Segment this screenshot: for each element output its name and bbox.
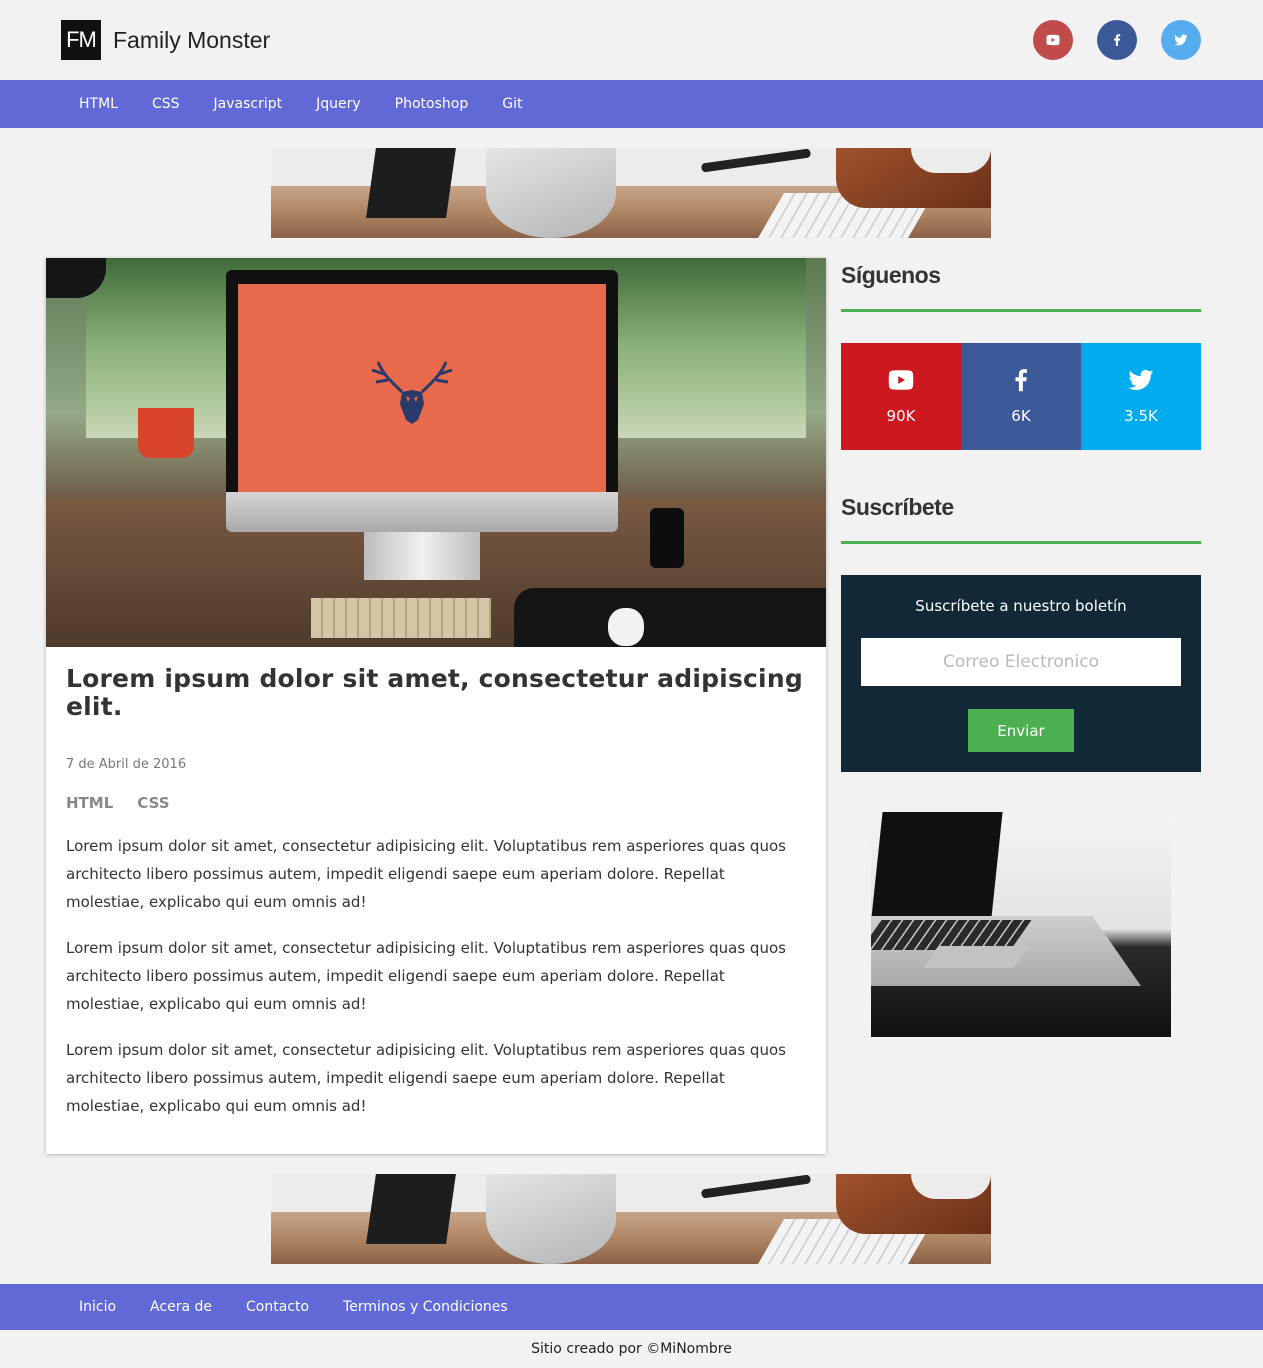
follow-youtube-button[interactable]: 90K [841, 343, 961, 450]
article-paragraph: Lorem ipsum dolor sit amet, consectetur … [66, 837, 786, 911]
site-logo[interactable]: FM Family Monster [61, 20, 270, 60]
article-paragraph: Lorem ipsum dolor sit amet, consectetur … [66, 939, 786, 1013]
twitter-icon [1174, 34, 1188, 46]
footer-nav: Inicio Acera de Contacto Terminos y Cond… [0, 1284, 1263, 1330]
nav-item-css[interactable]: CSS [135, 96, 197, 112]
nav-item-jquery[interactable]: Jquery [299, 96, 378, 112]
article-date: 7 de Abril de 2016 [66, 757, 187, 772]
follow-heading: Síguenos [841, 262, 941, 288]
youtube-icon [888, 370, 914, 390]
footer-link-terminos[interactable]: Terminos y Condiciones [326, 1299, 525, 1315]
top-banner-image[interactable] [271, 148, 991, 238]
follow-widget: 90K 6K 3.5K [841, 343, 1201, 450]
site-name: Family Monster [113, 26, 271, 53]
follow-divider [841, 309, 1201, 312]
article-title[interactable]: Lorem ipsum dolor sit amet, consectetur … [66, 665, 806, 721]
follow-facebook-button[interactable]: 6K [961, 343, 1081, 450]
twitter-icon [1128, 369, 1154, 390]
footer-link-contacto[interactable]: Contacto [229, 1299, 326, 1315]
nav-item-photoshop[interactable]: Photoshop [378, 96, 486, 112]
header-twitter-button[interactable] [1161, 20, 1201, 60]
logo-mark: FM [61, 20, 101, 60]
article-tags: HTML CSS [66, 794, 806, 812]
header-youtube-button[interactable] [1033, 20, 1073, 60]
tag-html[interactable]: HTML [66, 794, 113, 812]
deer-logo-icon [371, 361, 453, 424]
twitter-follower-count: 3.5K [1124, 407, 1158, 425]
footer-link-acerca[interactable]: Acera de [133, 1299, 229, 1315]
site-header: FM Family Monster [0, 0, 1263, 80]
header-facebook-button[interactable] [1097, 20, 1137, 60]
article-hero-image [46, 258, 826, 647]
youtube-icon [1046, 34, 1060, 46]
subscribe-heading: Suscríbete [841, 494, 954, 520]
main-nav: HTML CSS Javascript Jquery Photoshop Git [0, 80, 1263, 128]
tag-css[interactable]: CSS [137, 794, 169, 812]
footer-link-inicio[interactable]: Inicio [62, 1299, 133, 1315]
nav-item-javascript[interactable]: Javascript [197, 96, 300, 112]
newsletter-form: Suscríbete a nuestro boletín Enviar [841, 575, 1201, 772]
subscribe-submit-button[interactable]: Enviar [968, 709, 1074, 752]
newsletter-title: Suscríbete a nuestro boletín [915, 597, 1127, 615]
facebook-icon [1015, 369, 1027, 392]
follow-twitter-button[interactable]: 3.5K [1081, 343, 1201, 450]
email-field[interactable] [861, 638, 1181, 686]
nav-item-git[interactable]: Git [485, 96, 539, 112]
facebook-icon [1114, 34, 1121, 46]
footer-credits: Sitio creado por ©MiNombre [531, 1341, 732, 1357]
article-card: Lorem ipsum dolor sit amet, consectetur … [46, 258, 826, 1154]
sidebar-ad-image[interactable] [871, 812, 1171, 1037]
subscribe-divider [841, 541, 1201, 544]
article-paragraph: Lorem ipsum dolor sit amet, consectetur … [66, 1041, 786, 1115]
nav-item-html[interactable]: HTML [62, 96, 135, 112]
youtube-follower-count: 90K [886, 407, 916, 425]
facebook-follower-count: 6K [1011, 407, 1031, 425]
bottom-banner-image[interactable] [271, 1174, 991, 1264]
